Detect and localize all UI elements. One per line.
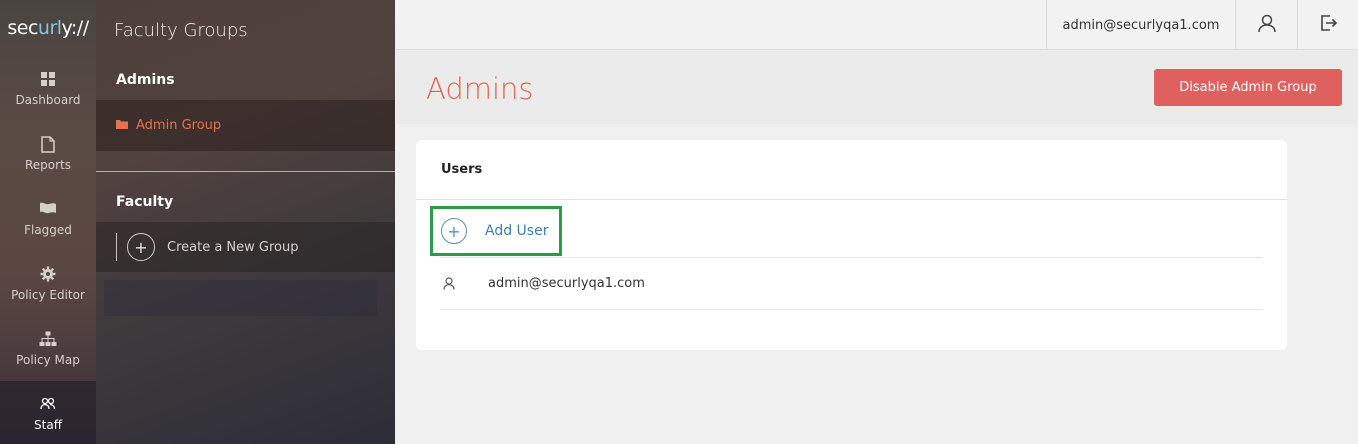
logout-icon — [1320, 15, 1337, 35]
plus-circle-icon: + — [127, 233, 155, 261]
user-icon — [1257, 14, 1276, 37]
nav-label: Reports — [24, 158, 72, 172]
user-email: admin@securlyqa1.com — [488, 276, 645, 291]
create-group-label: Create a New Group — [167, 239, 299, 255]
logout-button[interactable] — [1297, 0, 1358, 50]
gear-icon — [39, 265, 57, 283]
nav-label: Dashboard — [15, 93, 81, 107]
logo-text-prefix: sec — [7, 17, 38, 39]
row-divider — [440, 309, 1262, 310]
groups-panel: Faculty Groups Admins Admin Group Facult… — [96, 0, 395, 444]
top-bar: admin@securlyqa1.com — [396, 0, 1358, 50]
nav-item-policy-editor[interactable]: Policy Editor — [0, 251, 96, 316]
panel-divider — [96, 171, 395, 172]
nav-label: Flagged — [24, 223, 72, 237]
securly-logo[interactable]: sec url y:// — [0, 0, 96, 56]
admins-section-heading: Admins — [116, 72, 175, 88]
panel-shade — [104, 280, 377, 316]
groups-panel-title: Faculty Groups — [114, 19, 248, 41]
nav-rail: sec url y:// Dashboard Reports Flagged Pol… — [0, 0, 96, 444]
user-list-item[interactable]: admin@securlyqa1.com — [440, 258, 1262, 309]
group-item-admin-group[interactable]: Admin Group — [96, 100, 395, 151]
users-icon — [39, 395, 57, 413]
group-item-label: Admin Group — [136, 118, 222, 133]
flag-icon — [39, 200, 57, 218]
add-user-button[interactable]: + Add User — [430, 206, 562, 256]
create-group-button[interactable]: + Create a New Group — [96, 222, 395, 272]
profile-button[interactable] — [1235, 0, 1297, 50]
page-header: Admins Disable Admin Group — [396, 50, 1358, 124]
add-user-label: Add User — [485, 223, 549, 239]
users-card: Users + Add User admin@securlyqa1.com — [416, 140, 1287, 350]
disable-admin-group-button[interactable]: Disable Admin Group — [1154, 69, 1342, 106]
nav-item-dashboard[interactable]: Dashboard — [0, 56, 96, 121]
document-icon — [39, 135, 57, 153]
row-marker — [116, 233, 117, 261]
page-title: Admins — [426, 72, 534, 106]
nav-item-reports[interactable]: Reports — [0, 121, 96, 186]
sitemap-icon — [39, 330, 57, 348]
logo-text-accent: url — [37, 17, 62, 39]
nav-item-staff[interactable]: Staff — [0, 381, 96, 444]
plus-circle-icon: + — [441, 218, 467, 244]
user-icon — [440, 277, 458, 290]
nav-label: Policy Editor — [11, 288, 85, 302]
nav-label: Staff — [34, 418, 62, 432]
nav-label: Policy Map — [16, 353, 80, 367]
logo-text-suffix: y:// — [61, 17, 90, 39]
faculty-section-heading: Faculty — [116, 194, 174, 210]
users-card-heading: Users — [416, 140, 1287, 200]
dashboard-icon — [39, 70, 57, 88]
nav-item-policy-map[interactable]: Policy Map — [0, 316, 96, 381]
current-user-email: admin@securlyqa1.com — [1046, 0, 1235, 50]
folder-icon — [116, 118, 128, 133]
nav-item-flagged[interactable]: Flagged — [0, 186, 96, 251]
